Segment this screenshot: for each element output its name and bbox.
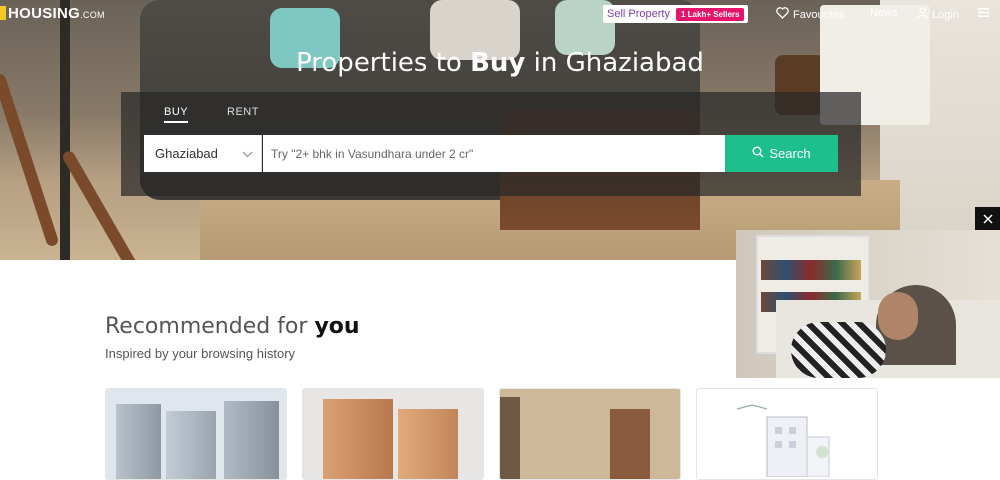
building-illustration-icon xyxy=(736,404,830,477)
property-image xyxy=(224,401,279,479)
search-input[interactable] xyxy=(263,135,725,172)
search-panel: BUY RENT Ghaziabad Search xyxy=(121,92,861,196)
login-label: Login xyxy=(932,8,959,21)
search-button[interactable]: Search xyxy=(725,135,838,172)
hero-title: Properties to Buy in Ghaziabad xyxy=(296,48,704,78)
video-person-face xyxy=(878,292,918,340)
sellers-badge: 1 Lakh+ Sellers xyxy=(675,7,745,21)
property-image xyxy=(500,397,520,479)
news-link[interactable]: News xyxy=(870,7,898,19)
search-button-label: Search xyxy=(769,146,811,161)
hero-stick xyxy=(0,72,60,248)
search-icon xyxy=(752,146,764,161)
chevron-down-icon xyxy=(242,146,253,161)
housing-logo[interactable]: HOUSING.COM xyxy=(0,5,105,22)
city-value: Ghaziabad xyxy=(155,146,218,161)
hero-banner: HOUSING.COM Sell Property 1 Lakh+ Seller… xyxy=(0,0,1000,260)
login-link[interactable]: Login xyxy=(917,7,959,22)
sell-property-button[interactable]: Sell Property 1 Lakh+ Sellers xyxy=(603,5,749,23)
property-card[interactable] xyxy=(105,388,287,480)
logo-mark-icon xyxy=(0,6,6,20)
property-card[interactable] xyxy=(499,388,681,480)
video-pillow xyxy=(791,322,886,378)
recommended-title: Recommended for you xyxy=(105,314,360,339)
property-image xyxy=(323,399,393,479)
property-card[interactable] xyxy=(302,388,484,480)
video-popup[interactable] xyxy=(736,230,1000,378)
sell-property-label: Sell Property xyxy=(607,8,670,20)
city-select[interactable]: Ghaziabad xyxy=(144,135,262,172)
tab-rent[interactable]: RENT xyxy=(227,106,259,118)
property-image xyxy=(116,404,161,479)
recommended-subtitle: Inspired by your browsing history xyxy=(105,346,296,361)
favourites-label: Favourites xyxy=(793,8,845,21)
favourites-link[interactable]: Favourites xyxy=(776,7,844,22)
property-card[interactable] xyxy=(696,388,878,480)
news-label: News xyxy=(870,7,898,19)
hero-lamp xyxy=(60,0,70,260)
top-navbar: HOUSING.COM Sell Property 1 Lakh+ Seller… xyxy=(0,0,1000,28)
user-icon xyxy=(917,7,928,22)
tab-buy[interactable]: BUY xyxy=(164,106,189,123)
close-video-button[interactable] xyxy=(975,207,1000,230)
close-icon xyxy=(982,211,993,227)
menu-button[interactable] xyxy=(978,8,989,20)
heart-chat-icon xyxy=(776,7,789,22)
video-books xyxy=(761,260,861,280)
hamburger-menu-icon xyxy=(978,8,989,20)
